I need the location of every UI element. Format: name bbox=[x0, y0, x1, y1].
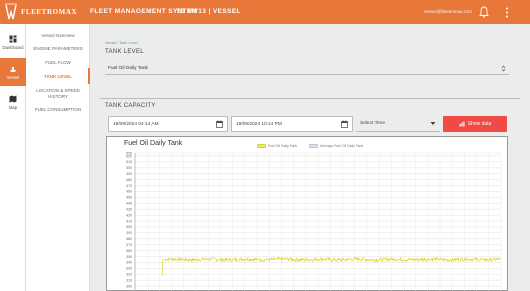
start-date-value: 19/09/2024 04:14 AM bbox=[113, 121, 159, 127]
y-tick-label: 470 bbox=[126, 184, 132, 188]
y-tick-label: 340 bbox=[126, 261, 132, 265]
y-tick-label: 520 bbox=[126, 154, 132, 158]
app-window: FLEETROMAX FLEET MANAGEMENT SYSTEM TB MV… bbox=[0, 0, 530, 291]
end-date-field[interactable]: 19/09/2024 10:14 PM bbox=[231, 116, 353, 132]
time-select-label: Select Time bbox=[360, 121, 386, 126]
tank-select[interactable]: Fuel Oil Daily Tank bbox=[105, 62, 509, 75]
section-divider bbox=[100, 98, 520, 99]
caret-down-icon bbox=[430, 122, 436, 125]
calendar-icon[interactable] bbox=[216, 120, 223, 128]
user-email[interactable]: vessel@fleetromax.com bbox=[424, 9, 472, 14]
main-content: Vessel / Tank Level TANK LEVEL Fuel Oil … bbox=[90, 24, 530, 291]
top-bar: FLEETROMAX FLEET MANAGEMENT SYSTEM TB MV… bbox=[0, 0, 530, 24]
rail-item-label: Dashboard bbox=[2, 44, 24, 50]
y-tick-label: 330 bbox=[126, 267, 132, 271]
logo-text: FLEETROMAX bbox=[21, 8, 78, 16]
sub-navigation: Vessel Overview ENGINE PARAMETERS FUEL F… bbox=[26, 24, 90, 291]
y-tick-label: 400 bbox=[126, 225, 132, 229]
y-tick-label: 430 bbox=[126, 207, 132, 211]
time-select[interactable]: Select Time bbox=[356, 116, 440, 132]
start-date-field[interactable]: 19/09/2024 04:14 AM bbox=[108, 116, 228, 132]
legend-item-series-1[interactable]: Fuel Oil Daily Tank bbox=[257, 144, 297, 148]
legend-label: Fuel Oil Daily Tank bbox=[268, 144, 298, 148]
vessel-icon bbox=[10, 66, 16, 72]
y-tick-label: 510 bbox=[126, 160, 132, 164]
y-tick-label: 390 bbox=[126, 231, 132, 235]
calendar-icon[interactable] bbox=[341, 120, 348, 128]
y-tick-label: 450 bbox=[126, 196, 132, 200]
y-tick-label: 460 bbox=[126, 190, 132, 194]
y-tick-label: 410 bbox=[126, 219, 132, 223]
select-arrows-icon bbox=[501, 64, 506, 72]
bell-icon[interactable] bbox=[479, 6, 489, 18]
chart-plot: 5255205105004904804704604504404304204104… bbox=[126, 151, 502, 291]
subnav-item-fuel-consumption[interactable]: FUEL CONSUMPTION bbox=[26, 107, 90, 113]
rail-item-label: Map bbox=[8, 104, 18, 110]
chart-title: Fuel Oil Daily Tank bbox=[124, 140, 183, 147]
map-icon bbox=[9, 95, 17, 102]
y-tick-label: 490 bbox=[126, 172, 132, 176]
rail-item-vessel[interactable]: Vessel bbox=[0, 58, 26, 86]
breadcrumb-home[interactable]: Vessel / bbox=[105, 41, 119, 45]
legend-label: Average Fuel Oil Daily Tank bbox=[320, 144, 364, 148]
legend-swatch bbox=[309, 144, 319, 148]
y-tick-label: 320 bbox=[126, 273, 132, 277]
y-tick-label: 310 bbox=[126, 278, 132, 282]
chart-icon bbox=[459, 121, 465, 127]
subnav-item-tank-level[interactable]: TANK LEVEL bbox=[26, 74, 90, 80]
end-date-value: 19/09/2024 10:14 PM bbox=[236, 121, 282, 127]
legend-swatch bbox=[257, 144, 266, 148]
y-tick-label: 350 bbox=[126, 255, 132, 259]
breadcrumb-current: Tank Level bbox=[119, 41, 138, 45]
y-tick-label: 480 bbox=[126, 178, 132, 182]
icon-rail: Dashboard Vessel Map bbox=[0, 24, 26, 291]
subnav-item-vessel-overview[interactable]: Vessel Overview bbox=[26, 33, 90, 39]
more-menu-icon[interactable] bbox=[505, 7, 509, 18]
rail-item-map[interactable]: Map bbox=[0, 88, 26, 116]
y-tick-label: 440 bbox=[126, 202, 132, 206]
y-tick-label: 380 bbox=[126, 237, 132, 241]
y-tick-label: 370 bbox=[126, 243, 132, 247]
chart-legend: Fuel Oil Daily Tank Average Fuel Oil Dai… bbox=[257, 144, 363, 148]
dashboard-icon bbox=[9, 35, 17, 42]
y-tick-label: 360 bbox=[126, 249, 132, 253]
breadcrumb: Vessel / Tank Level bbox=[105, 41, 137, 45]
rail-item-dashboard[interactable]: Dashboard bbox=[0, 28, 26, 56]
show-data-label: Show data bbox=[467, 121, 492, 127]
subnav-item-engine-parameters[interactable]: ENGINE PARAMETERS bbox=[26, 46, 90, 52]
y-tick-label: 500 bbox=[126, 166, 132, 170]
tank-select-value: Fuel Oil Daily Tank bbox=[108, 65, 148, 71]
vessel-name: TB MV13 | VESSEL bbox=[176, 8, 241, 15]
logo-mark-icon bbox=[5, 3, 17, 20]
subnav-item-fuel-flow[interactable]: FUEL FLOW bbox=[26, 60, 90, 66]
brand-logo[interactable]: FLEETROMAX bbox=[4, 2, 77, 22]
y-tick-label: 420 bbox=[126, 213, 132, 217]
tank-chart: Fuel Oil Daily Tank Fuel Oil Daily Tank … bbox=[106, 136, 508, 291]
tank-level-title: TANK LEVEL bbox=[105, 49, 144, 55]
rail-item-label: Vessel bbox=[6, 74, 20, 80]
show-data-button[interactable]: Show data bbox=[443, 116, 507, 132]
tank-capacity-title: TANK CAPACITY bbox=[105, 103, 156, 109]
subnav-item-location-speed[interactable]: LOCATION & SPEED HISTORY bbox=[26, 88, 90, 99]
series-line-fuel-oil-daily-tank[interactable] bbox=[164, 256, 502, 263]
legend-item-series-2[interactable]: Average Fuel Oil Daily Tank bbox=[309, 144, 363, 148]
y-tick-label: 300 bbox=[126, 284, 132, 288]
